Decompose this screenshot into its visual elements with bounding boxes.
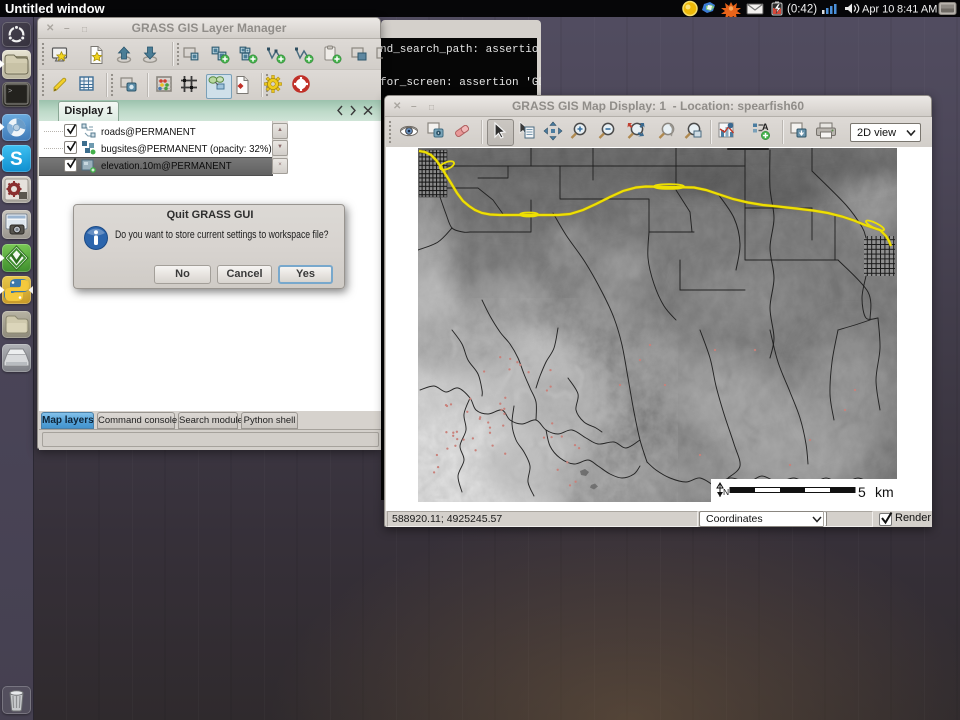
svg-text:N: N — [723, 487, 729, 497]
svg-text:(0:42): (0:42) — [787, 4, 817, 16]
svg-text:A: A — [762, 122, 769, 132]
svg-text:Apr 10: Apr 10 — [862, 4, 894, 16]
svg-text:km: km — [875, 484, 894, 500]
svg-text:5: 5 — [858, 484, 866, 500]
svg-text:8:41 AM: 8:41 AM — [897, 4, 937, 16]
